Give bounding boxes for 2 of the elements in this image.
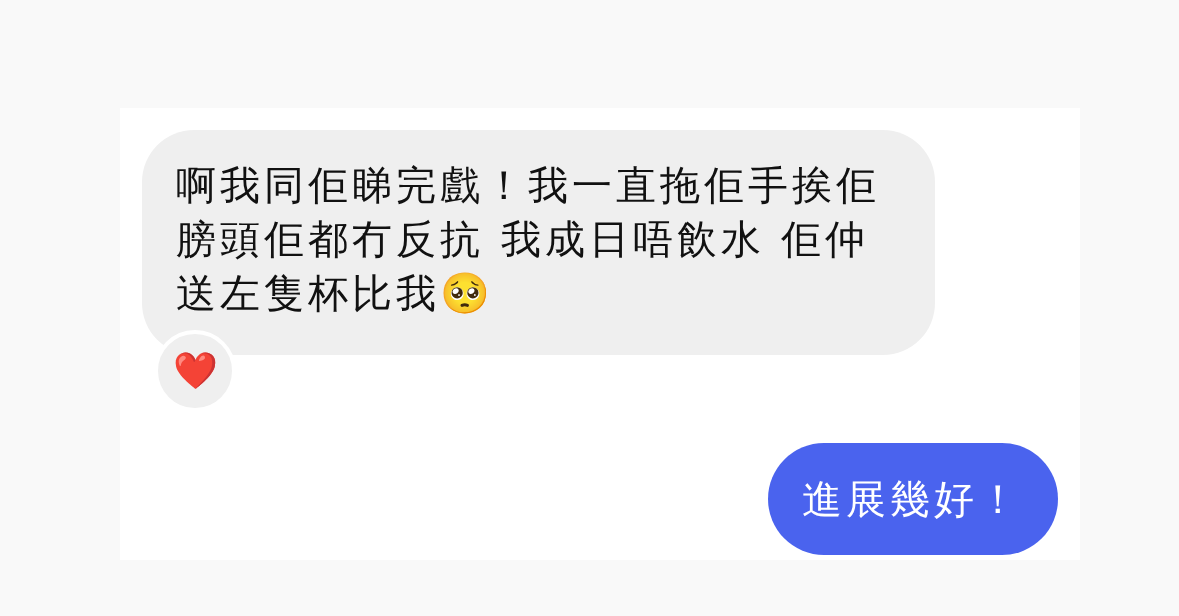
- message-text: 進展幾好！: [802, 476, 1022, 522]
- message-text: 啊我同佢睇完戲！我一直拖佢手挨佢膀頭佢都冇反抗 我成日唔飲水 佢仲送左隻杯比我🥺: [176, 162, 880, 316]
